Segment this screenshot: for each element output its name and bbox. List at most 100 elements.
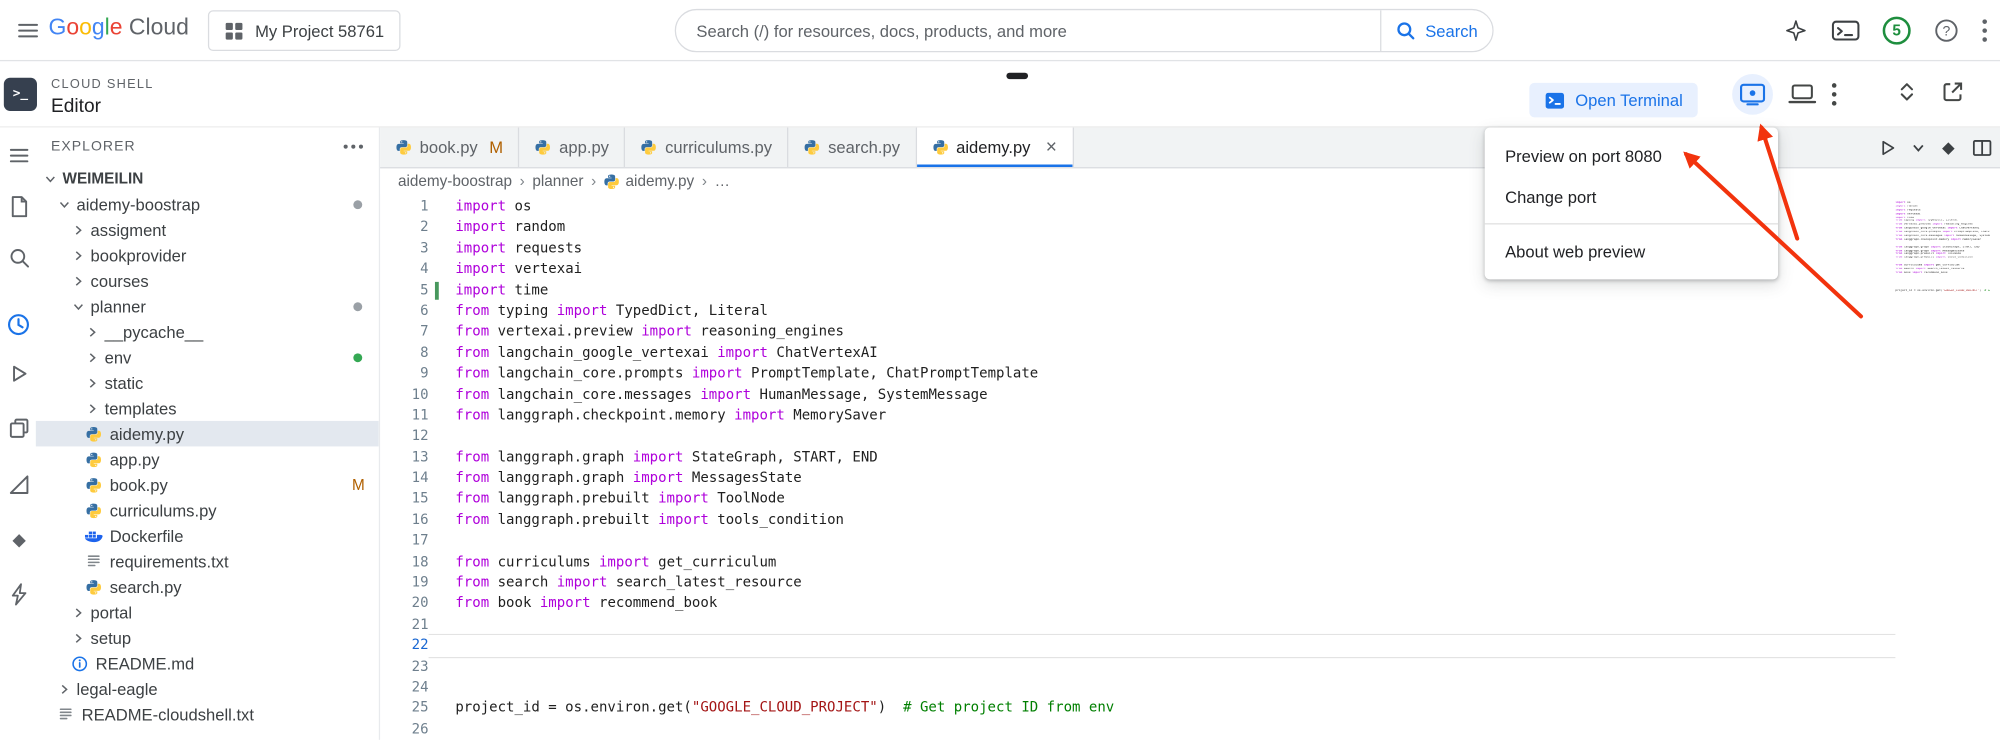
tree-file-README.md[interactable]: README.md [36,651,379,677]
tree-file-README-cloudshell.txt[interactable]: README-cloudshell.txt [36,702,379,728]
code-line-14[interactable]: 14from langgraph.graph import MessagesSt… [380,468,1895,489]
search-input[interactable] [676,10,1380,51]
tree-item-label: search.py [110,577,182,596]
ruler-icon[interactable] [6,472,30,496]
tab-aidemy.py[interactable]: aidemy.py× [917,128,1074,168]
code-line-22[interactable]: 22 [380,635,1895,656]
panel-drag-handle[interactable] [1006,73,1028,79]
tree-folder-legal-eagle[interactable]: legal-eagle [36,676,379,702]
open-in-new-icon[interactable] [1941,80,1964,103]
project-selector-button[interactable]: My Project 58761 [208,10,401,51]
code-line-19[interactable]: 19from search import search_latest_resou… [380,573,1895,594]
web-preview-button[interactable] [1732,74,1773,115]
tree-file-Dockerfile[interactable]: Dockerfile [36,523,379,549]
tree-item-label: curriculums.py [110,501,217,520]
minimap[interactable]: import osimport randomimport requestsimp… [1895,202,1989,298]
breadcrumb-item[interactable]: planner [532,172,583,190]
code-line-12[interactable]: 12 [380,426,1895,447]
code-line-17[interactable]: 17 [380,531,1895,552]
menu-item-about-web-preview[interactable]: About web preview [1485,231,1778,272]
split-editor-icon[interactable] [1972,138,1992,158]
code-line-6[interactable]: 6from typing import TypedDict, Literal [380,301,1895,322]
global-search-bar: Search [675,9,1494,52]
google-logo-word: Google [48,14,122,41]
line-number: 11 [380,405,428,426]
run-debug-icon[interactable] [6,361,30,385]
usage-badge[interactable]: 5 [1883,17,1911,45]
breadcrumb-item[interactable]: aidemy.py [604,172,694,190]
tree-file-curriculums.py[interactable]: curriculums.py [36,497,379,523]
code-line-21[interactable]: 21 [380,615,1895,636]
help-icon[interactable]: ? [1934,18,1960,44]
terminal-panel-icon[interactable] [1788,83,1816,106]
tab-book.py[interactable]: book.pyM [380,128,520,168]
tree-folder-setup[interactable]: setup [36,625,379,651]
tree-folder-WEIMEILIN[interactable]: WEIMEILIN [36,166,379,192]
chevron-right-icon: › [702,172,707,190]
menu-item-preview-on-port-8080[interactable]: Preview on port 8080 [1485,135,1778,176]
code-line-26[interactable]: 26 [380,719,1895,740]
code-text: from langchain_core.messages import Huma… [429,385,1896,406]
code-line-9[interactable]: 9from langchain_core.prompts import Prom… [380,364,1895,385]
gemini-diamond-icon[interactable] [1939,138,1958,157]
breadcrumb-item[interactable]: aidemy-boostrap [398,172,512,190]
kebab-menu-icon[interactable] [1982,19,1987,42]
code-line-10[interactable]: 10from langchain_core.messages import Hu… [380,385,1895,406]
code-line-20[interactable]: 20from book import recommend_book [380,594,1895,615]
google-cloud-logo[interactable]: Google Cloud [48,14,188,41]
tab-app.py[interactable]: app.py [520,128,626,168]
tree-file-aidemy.py[interactable]: aidemy.py [36,421,379,447]
code-line-24[interactable]: 24 [380,677,1895,698]
close-icon[interactable]: × [1046,138,1057,157]
code-line-11[interactable]: 11from langgraph.checkpoint.memory impor… [380,405,1895,426]
tree-folder-__pycache__[interactable]: __pycache__ [36,319,379,345]
shell-toolbar [1732,74,1837,115]
file-icon[interactable] [6,194,30,218]
code-line-15[interactable]: 15from langgraph.prebuilt import ToolNod… [380,489,1895,510]
expand-collapse-icon[interactable] [1898,80,1916,103]
breadcrumb-item[interactable]: … [715,172,730,190]
main-menu-icon[interactable] [13,15,44,46]
tree-file-book.py[interactable]: book.pyM [36,472,379,498]
menu-icon[interactable] [6,143,30,167]
code-line-7[interactable]: 7from vertexai.preview import reasoning_… [380,322,1895,343]
cloud-shell-icon[interactable] [1832,19,1860,42]
tab-curriculums.py[interactable]: curriculums.py [626,128,789,168]
tab-search.py[interactable]: search.py [789,128,917,168]
chevron-down-icon[interactable] [1912,143,1925,153]
line-number: 20 [380,594,428,615]
tree-folder-bookprovider[interactable]: bookprovider [36,242,379,268]
tree-folder-assigment[interactable]: assigment [36,217,379,243]
code-line-13[interactable]: 13from langgraph.graph import StateGraph… [380,447,1895,468]
tree-file-search.py[interactable]: search.py [36,574,379,600]
tree-folder-courses[interactable]: courses [36,268,379,294]
tree-file-requirements.txt[interactable]: requirements.txt [36,548,379,574]
search-code-icon[interactable] [6,245,30,269]
tree-folder-static[interactable]: static [36,370,379,396]
search-button[interactable]: Search [1380,10,1492,51]
code-line-5[interactable]: 5import time [380,280,1895,301]
run-file-icon[interactable] [1878,138,1898,158]
more-actions-icon[interactable] [343,144,363,149]
code-line-18[interactable]: 18from curriculums import get_curriculum [380,552,1895,573]
history-clock-icon[interactable] [6,312,30,336]
code-line-16[interactable]: 16from langgraph.prebuilt import tools_c… [380,510,1895,531]
tree-folder-env[interactable]: env [36,344,379,370]
kebab-menu-icon[interactable] [1832,83,1837,106]
open-terminal-button[interactable]: Open Terminal [1529,83,1698,117]
menu-item-change-port[interactable]: Change port [1485,176,1778,217]
code-line-25[interactable]: 25project_id = os.environ.get("GOOGLE_CL… [380,698,1895,719]
tree-file-app.py[interactable]: app.py [36,446,379,472]
tab-label: curriculums.py [665,138,772,157]
activity-bar [0,128,36,740]
code-line-8[interactable]: 8from langchain_google_vertexai import C… [380,343,1895,364]
gemini-sparkle-icon[interactable] [1783,18,1809,44]
code-line-23[interactable]: 23 [380,656,1895,677]
windows-icon[interactable] [6,416,30,440]
gemini-diamond-icon[interactable] [6,528,30,552]
tree-folder-aidemy-boostrap[interactable]: aidemy-boostrap [36,191,379,217]
tree-folder-planner[interactable]: planner [36,293,379,319]
bolt-icon[interactable] [6,582,30,606]
tree-folder-portal[interactable]: portal [36,599,379,625]
tree-folder-templates[interactable]: templates [36,395,379,421]
